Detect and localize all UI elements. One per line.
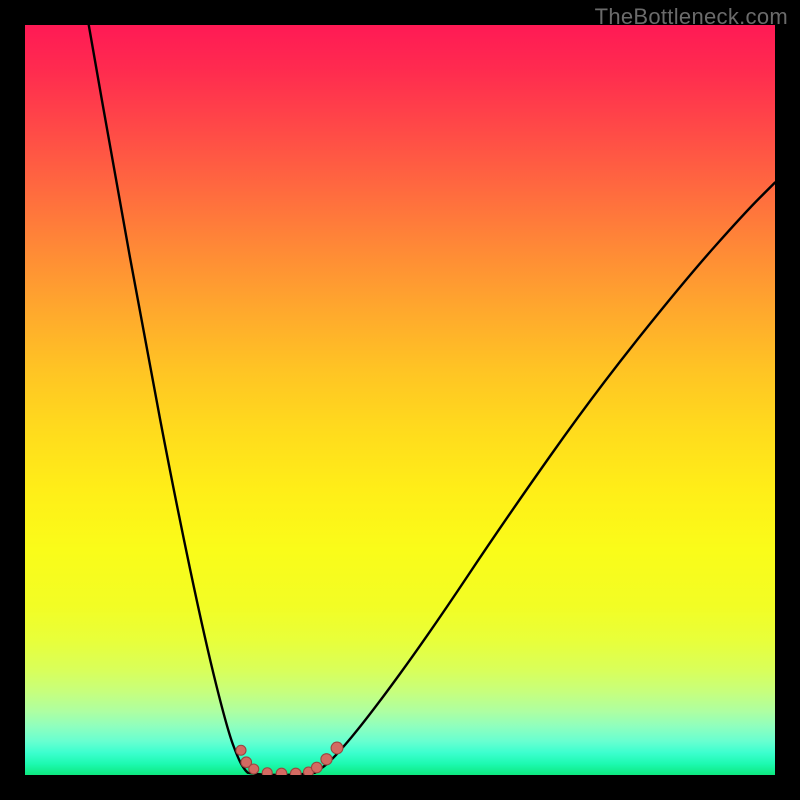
marker-dot xyxy=(290,768,301,775)
marker-dot xyxy=(311,762,322,773)
marker-dot xyxy=(236,745,246,755)
marker-group xyxy=(236,742,343,775)
curve-layer xyxy=(25,25,775,775)
chart-frame: TheBottleneck.com xyxy=(0,0,800,800)
marker-dot xyxy=(331,742,343,754)
plot-area xyxy=(25,25,775,775)
bottleneck-curve xyxy=(89,25,775,775)
watermark-text: TheBottleneck.com xyxy=(595,4,788,30)
marker-dot xyxy=(276,768,287,775)
marker-dot xyxy=(249,764,259,774)
marker-dot xyxy=(321,754,332,765)
marker-dot xyxy=(262,768,272,775)
